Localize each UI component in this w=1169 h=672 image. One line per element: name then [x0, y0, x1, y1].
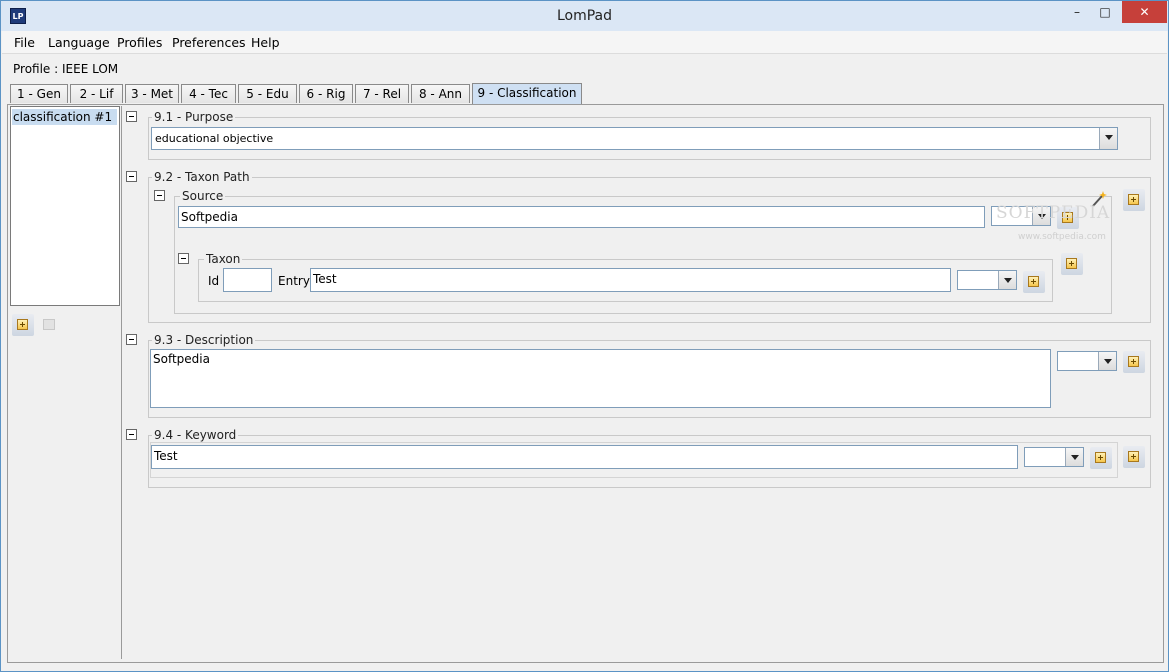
source-input[interactable]: Softpedia [178, 206, 985, 228]
taxon-label: Taxon [204, 252, 243, 266]
add-taxon-entry-button[interactable] [1023, 271, 1045, 293]
plus-box-icon [1028, 276, 1039, 287]
source-label: Source [180, 189, 226, 203]
purpose-select[interactable]: educational objective [151, 127, 1118, 150]
description-language-select[interactable] [1057, 351, 1117, 371]
description-textarea[interactable]: Softpedia [150, 349, 1051, 408]
tab-met[interactable]: 3 - Met [125, 84, 179, 103]
plus-box-icon [17, 319, 28, 330]
collapse-description-icon[interactable] [126, 334, 137, 345]
plus-box-icon [1128, 356, 1139, 367]
taxon-id-label: Id [208, 274, 220, 288]
watermark-url: www.softpedia.com [1018, 232, 1106, 242]
menu-language[interactable]: Language [48, 35, 110, 50]
collapse-source-icon[interactable] [154, 190, 165, 201]
collapse-purpose-icon[interactable] [126, 111, 137, 122]
add-taxon-button[interactable] [1061, 253, 1083, 275]
menu-bar: File Language Profiles Preferences Help [2, 31, 1167, 54]
taxon-entry-language-select[interactable] [957, 270, 1017, 290]
add-keyword-language-button[interactable] [1090, 447, 1112, 469]
add-description-button[interactable] [1123, 351, 1145, 373]
plus-box-icon [1066, 258, 1077, 269]
tab-tec[interactable]: 4 - Tec [181, 84, 236, 103]
window-title: LomPad [556, 8, 613, 24]
plus-box-icon [1128, 451, 1139, 462]
collapse-keyword-icon[interactable] [126, 429, 137, 440]
keyword-input[interactable]: Test [151, 445, 1018, 469]
taxon-id-input[interactable] [223, 268, 272, 292]
tab-ann[interactable]: 8 - Ann [411, 84, 470, 103]
split-divider[interactable] [121, 106, 122, 659]
remove-classification-button[interactable] [43, 319, 55, 330]
tab-rig[interactable]: 6 - Rig [299, 84, 353, 103]
menu-help[interactable]: Help [251, 35, 280, 50]
tab-edu[interactable]: 5 - Edu [238, 84, 297, 103]
menu-profiles[interactable]: Profiles [117, 35, 162, 50]
collapse-taxon-path-icon[interactable] [126, 171, 137, 182]
description-label: 9.3 - Description [152, 333, 256, 347]
taxon-entry-input[interactable]: Test [310, 268, 951, 292]
menu-preferences[interactable]: Preferences [172, 35, 246, 50]
purpose-value: educational objective [155, 132, 274, 145]
close-button[interactable]: ✕ [1122, 1, 1167, 23]
tab-lif[interactable]: 2 - Lif [70, 84, 123, 103]
taxon-path-label: 9.2 - Taxon Path [152, 170, 252, 184]
tab-rel[interactable]: 7 - Rel [355, 84, 409, 103]
plus-box-icon [1128, 194, 1139, 205]
tab-gen[interactable]: 1 - Gen [10, 84, 68, 103]
chevron-down-icon [1099, 128, 1117, 149]
add-taxon-path-button[interactable] [1123, 189, 1145, 211]
classification-list[interactable]: classification #1 [10, 106, 120, 306]
maximize-button[interactable]: □ [1089, 1, 1121, 23]
tab-classification[interactable]: 9 - Classification [472, 83, 582, 104]
keyword-language-select[interactable] [1024, 447, 1084, 467]
add-classification-button[interactable] [12, 314, 34, 336]
taxon-entry-label: Entry [278, 274, 310, 288]
keyword-label: 9.4 - Keyword [152, 428, 239, 442]
list-item[interactable]: classification #1 [12, 109, 117, 125]
title-bar: LP LomPad – □ ✕ [1, 1, 1168, 31]
add-keyword-button[interactable] [1123, 446, 1145, 468]
menu-file[interactable]: File [14, 35, 35, 50]
chevron-down-icon [1065, 448, 1083, 466]
chevron-down-icon [1098, 352, 1116, 370]
chevron-down-icon [998, 271, 1016, 289]
watermark-text: SOFTPEDIA [996, 203, 1111, 223]
plus-box-icon [1095, 452, 1106, 463]
collapse-taxon-icon[interactable] [178, 253, 189, 264]
profile-label: Profile : IEEE LOM [13, 62, 119, 76]
purpose-label: 9.1 - Purpose [152, 110, 236, 124]
